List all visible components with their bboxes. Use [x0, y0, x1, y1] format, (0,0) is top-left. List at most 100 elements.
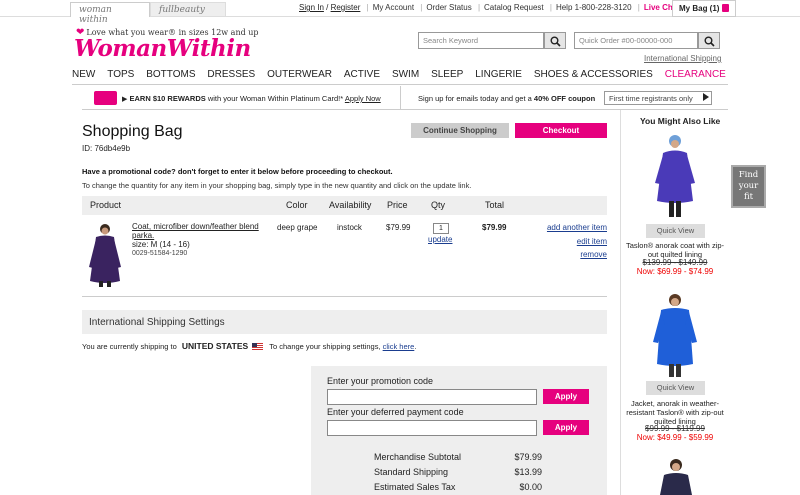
- find-your-fit-tab[interactable]: Find your fit: [731, 165, 766, 208]
- apply-now-link[interactable]: Apply Now: [345, 94, 381, 103]
- remove-item-link[interactable]: remove: [580, 250, 607, 259]
- search-input[interactable]: Search Keyword: [418, 32, 544, 49]
- nav-clearance[interactable]: CLEARANCE: [665, 69, 726, 83]
- update-link[interactable]: update: [428, 235, 452, 244]
- my-account-link[interactable]: My Account: [373, 3, 414, 12]
- quick-order-input[interactable]: Quick Order #00-00000-000: [574, 32, 698, 49]
- search-icon: [704, 36, 715, 47]
- product-name-line1: Coat, microfiber down/feather blend: [132, 222, 259, 231]
- edit-item-link[interactable]: edit item: [577, 237, 607, 246]
- email-text: Sign up for emails today and get a: [418, 94, 534, 103]
- nav-active[interactable]: ACTIVE: [344, 69, 380, 83]
- nav-divider: [72, 84, 728, 85]
- change-settings-text: To change your shipping settings,: [269, 342, 383, 351]
- promotion-panel: Enter your promotion code Apply Enter yo…: [311, 366, 607, 495]
- recommendations-title: You Might Also Like: [640, 116, 721, 126]
- product-sku: 0029-51584-1290: [132, 250, 188, 257]
- recommendation-name[interactable]: Jacket, anorak in weather-resistant Tasl…: [622, 399, 728, 426]
- summary-value: $13.99: [514, 467, 542, 477]
- quick-view-button[interactable]: Quick View: [646, 381, 705, 395]
- checkout-button[interactable]: Checkout: [515, 123, 607, 138]
- international-shipping-section: International Shipping Settings: [82, 310, 607, 334]
- col-color: Color: [286, 200, 308, 210]
- rewards-promo: ▶ EARN $10 REWARDS with your Woman Withi…: [122, 94, 381, 103]
- rewards-bold: EARN $10 REWARDS: [129, 94, 206, 103]
- strip-divider: [400, 86, 401, 110]
- product-price: $79.99: [386, 223, 411, 232]
- top-bar: woman within fullbeauty Sign In / Regist…: [0, 0, 800, 25]
- recommendation-name[interactable]: Taslon® anorak coat with zip-out quilted…: [622, 241, 728, 259]
- product-name-line2: parka.: [132, 231, 155, 240]
- nav-sleep[interactable]: SLEEP: [431, 69, 463, 83]
- rewards-text: with your Woman Within Platinum Card!*: [205, 94, 344, 103]
- col-product: Product: [90, 200, 122, 210]
- bag-icon: [722, 4, 730, 12]
- nav-dresses[interactable]: DRESSES: [207, 69, 255, 83]
- quantity-input[interactable]: 1: [433, 223, 449, 234]
- click-here-link[interactable]: click here: [383, 342, 415, 351]
- quantity-note: To change the quantity for any item in y…: [82, 181, 472, 190]
- col-availability: Availability: [329, 200, 372, 210]
- apply-promotion-button[interactable]: Apply: [543, 389, 589, 404]
- add-another-item-link[interactable]: add another item: [547, 223, 607, 232]
- quick-view-button[interactable]: Quick View: [646, 224, 705, 238]
- summary-row: Merchandise Subtotal $79.99: [374, 452, 542, 462]
- summary-row: Estimated Sales Tax $0.00: [374, 482, 542, 492]
- rail-divider: [620, 110, 621, 495]
- register-link[interactable]: Register: [331, 3, 361, 12]
- product-name-link[interactable]: Coat, microfiber down/feather blend parka…: [132, 222, 259, 240]
- international-shipping-link[interactable]: International Shipping: [644, 54, 721, 63]
- promotion-code-input[interactable]: [327, 389, 537, 405]
- shipping-country: UNITED STATES: [181, 341, 249, 351]
- recommendation-image[interactable]: [645, 290, 705, 378]
- nav-tops[interactable]: TOPS: [107, 69, 134, 83]
- col-total: Total: [485, 200, 505, 210]
- my-bag-button[interactable]: My Bag (1): [672, 0, 737, 17]
- deferred-code-label: Enter your deferred payment code: [327, 407, 464, 417]
- product-color: deep grape: [277, 223, 318, 232]
- summary-row: Standard Shipping $13.99: [374, 467, 542, 477]
- promo-note: Have a promotional code? don't forget to…: [82, 167, 393, 176]
- col-price: Price: [387, 200, 408, 210]
- apply-deferred-button[interactable]: Apply: [543, 420, 589, 435]
- recommendation-old-price: $139.99 - $149.99: [642, 258, 708, 267]
- recommendation-sale-price: Now: $69.99 - $74.99: [636, 267, 714, 276]
- nav-bottoms[interactable]: BOTTOMS: [146, 69, 195, 83]
- email-signup-input[interactable]: First time registrants only: [604, 91, 712, 105]
- col-qty: Qty: [431, 200, 446, 210]
- site-logo[interactable]: WomanWithin: [74, 35, 251, 62]
- email-signup-text: Sign up for emails today and get a 40% O…: [418, 94, 595, 103]
- us-flag-icon: [252, 343, 264, 350]
- summary-value: $0.00: [519, 482, 542, 492]
- bag-table-header: Product Color Availability Price Qty Tot…: [82, 196, 607, 215]
- continue-shopping-button[interactable]: Continue Shopping: [411, 123, 509, 138]
- bag-item-row: Coat, microfiber down/feather blend parka…: [82, 215, 607, 297]
- main-nav: NEW TOPS BOTTOMS DRESSES OUTERWEAR ACTIV…: [72, 69, 726, 83]
- utility-links: Sign In / Register | My Account | Order St…: [299, 3, 680, 12]
- summary-label: Standard Shipping: [374, 467, 449, 477]
- catalog-request-link[interactable]: Catalog Request: [484, 3, 544, 12]
- nav-outerwear[interactable]: OUTERWEAR: [267, 69, 332, 83]
- summary-value: $79.99: [514, 452, 542, 462]
- bag-id: ID: 76db4e9b: [82, 144, 131, 153]
- submit-arrow-icon[interactable]: [703, 93, 709, 101]
- product-total: $79.99: [482, 223, 507, 232]
- promo-strip: ▶ EARN $10 REWARDS with your Woman Withi…: [82, 86, 728, 110]
- brand-tab-womanwithin[interactable]: woman within: [70, 2, 150, 25]
- order-status-link[interactable]: Order Status: [426, 3, 471, 12]
- nav-swim[interactable]: SWIM: [392, 69, 419, 83]
- sign-in-link[interactable]: Sign In: [299, 3, 324, 12]
- shipping-country-line: You are currently shipping to UNITED STA…: [82, 341, 417, 351]
- credit-card-icon: [94, 91, 117, 105]
- recommendation-old-price: $99.99 - $119.99: [645, 424, 705, 433]
- nav-lingerie[interactable]: LINGERIE: [475, 69, 522, 83]
- brand-tab-fullbeauty[interactable]: fullbeauty: [150, 2, 226, 17]
- nav-shoes-accessories[interactable]: SHOES & ACCESSORIES: [534, 69, 653, 83]
- deferred-code-input[interactable]: [327, 420, 537, 436]
- nav-new[interactable]: NEW: [72, 69, 95, 83]
- quick-order-button[interactable]: [698, 32, 720, 49]
- recommendation-image[interactable]: [645, 131, 705, 219]
- product-image[interactable]: [86, 221, 124, 287]
- recommendation-image[interactable]: [648, 455, 708, 495]
- search-button[interactable]: [544, 32, 566, 49]
